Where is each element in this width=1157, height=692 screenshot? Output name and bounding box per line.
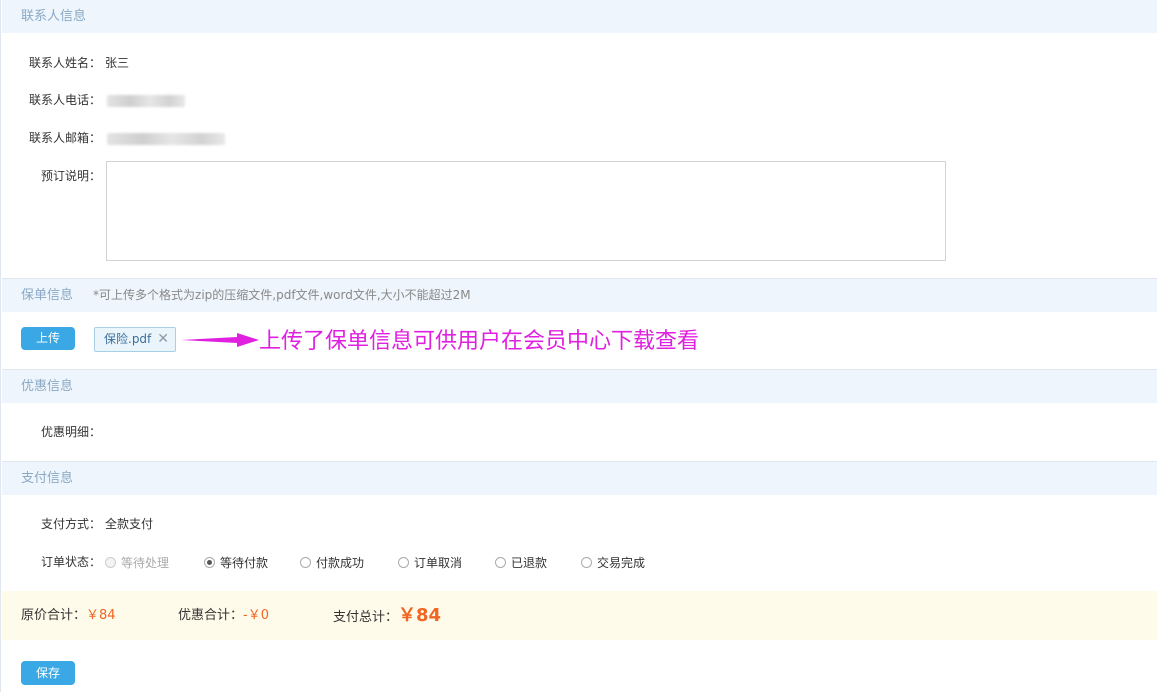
order-status-label: 订单状态： xyxy=(40,555,101,569)
order-status-row: 订单状态： xyxy=(1,552,101,572)
contact-email-row: 联系人邮箱： xyxy=(1,128,225,148)
radio-checked-icon xyxy=(204,557,215,568)
contact-email-label: 联系人邮箱： xyxy=(28,131,101,145)
policy-section-title: 保单信息 xyxy=(21,288,74,303)
radio-icon xyxy=(398,557,409,568)
contact-section-header: 联系人信息 xyxy=(2,0,1157,33)
contact-phone-label: 联系人电话： xyxy=(28,93,101,107)
contact-phone-redacted xyxy=(107,94,185,107)
uploaded-file-name: 保险.pdf xyxy=(104,332,152,346)
radio-icon xyxy=(300,557,311,568)
annotation-text: 上传了保单信息可供用户在会员中心下载查看 xyxy=(259,329,700,354)
payment-method-value: 全款支付 xyxy=(105,517,154,531)
policy-section-header: 保单信息 *可上传多个格式为zip的压缩文件,pdf文件,word文件,大小不能超… xyxy=(2,279,1157,312)
status-radio-cancelled[interactable]: 订单取消 xyxy=(398,556,462,570)
remove-file-icon[interactable]: ✕ xyxy=(157,328,169,351)
booking-remark-row: 预订说明： xyxy=(1,166,101,186)
original-total-value: ￥84 xyxy=(86,608,116,623)
status-radio-awaiting-payment[interactable]: 等待付款 xyxy=(204,556,268,570)
payment-section-title: 支付信息 xyxy=(21,471,74,486)
payment-method-label: 支付方式： xyxy=(40,517,101,531)
status-radio-paid[interactable]: 付款成功 xyxy=(300,556,364,570)
contact-section-title: 联系人信息 xyxy=(21,9,87,24)
payment-method-row: 支付方式： 全款支付 xyxy=(1,514,153,534)
status-radio-completed[interactable]: 交易完成 xyxy=(581,556,645,570)
status-radio-refunded[interactable]: 已退款 xyxy=(495,556,547,570)
discount-detail-row: 优惠明细： xyxy=(1,422,101,442)
order-detail-panel: 联系人信息 联系人姓名： 张三 联系人电话： 联系人邮箱： 预订说明： 保单信息 *… xyxy=(0,0,1157,692)
discount-section-header: 优惠信息 xyxy=(2,370,1157,403)
discount-section-title: 优惠信息 xyxy=(21,379,74,394)
status-radio-pending: 等待处理 xyxy=(105,556,169,570)
contact-name-label: 联系人姓名： xyxy=(28,56,101,70)
discount-total-value: -￥0 xyxy=(243,608,269,623)
radio-icon xyxy=(105,557,116,568)
discount-detail-label: 优惠明细： xyxy=(40,425,101,439)
policy-upload-note: *可上传多个格式为zip的压缩文件,pdf文件,word文件,大小不能超过2M xyxy=(93,288,471,302)
pay-total-value: ￥84 xyxy=(398,605,442,626)
uploaded-file-tag[interactable]: 保险.pdf ✕ xyxy=(94,327,176,352)
payment-section-header: 支付信息 xyxy=(2,462,1157,495)
pay-total: 支付总计：￥84 xyxy=(333,605,442,626)
contact-phone-row: 联系人电话： xyxy=(1,90,185,110)
contact-name-row: 联系人姓名： 张三 xyxy=(1,53,129,73)
upload-button[interactable]: 上传 xyxy=(21,327,75,350)
save-button[interactable]: 保存 xyxy=(21,661,75,685)
contact-email-redacted xyxy=(107,132,225,145)
original-total: 原价合计：￥84 xyxy=(21,608,116,623)
annotation-arrow-icon xyxy=(181,333,259,347)
booking-remark-input[interactable] xyxy=(106,161,946,261)
contact-name-value: 张三 xyxy=(105,56,130,70)
booking-remark-label: 预订说明： xyxy=(40,169,101,183)
totals-bar: 原价合计：￥84 优惠合计：-￥0 支付总计：￥84 xyxy=(2,591,1157,640)
radio-icon xyxy=(581,557,592,568)
discount-total: 优惠合计：-￥0 xyxy=(178,608,269,623)
radio-icon xyxy=(495,557,506,568)
